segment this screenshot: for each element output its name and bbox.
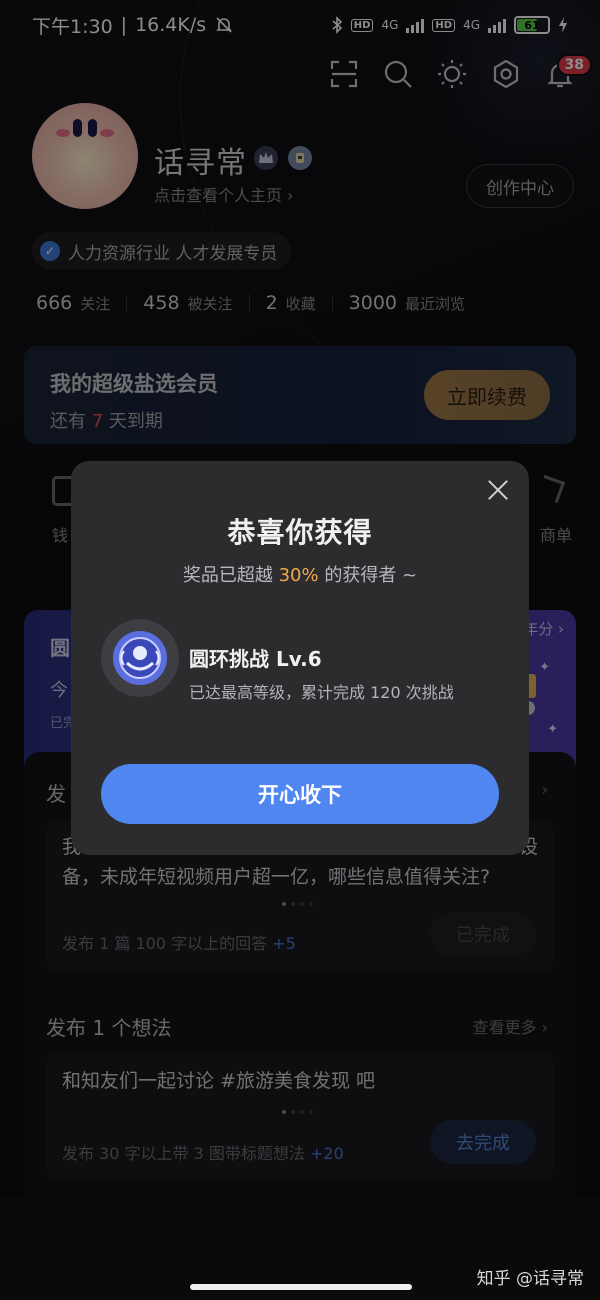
profile-page: 下午1:30 | 16.4K/s HD 4G HD 4G 61 38 话寻常 点… — [0, 0, 600, 1300]
close-icon[interactable] — [487, 479, 509, 501]
prize-name: 圆环挑战 Lv.6 — [189, 647, 322, 671]
modal-subtitle: 奖品已超越 30% 的获得者 ~ — [182, 565, 418, 586]
accept-button[interactable]: 开心收下 — [101, 764, 499, 824]
reward-modal: 恭喜你获得 奖品已超越 30% 的获得者 ~ 圆环挑战 Lv.6 已达最高等级，… — [71, 461, 529, 855]
percent-highlight: 30% — [278, 565, 319, 586]
home-indicator[interactable] — [190, 1284, 412, 1290]
ring-challenge-medal-icon — [101, 619, 179, 697]
modal-title: 恭喜你获得 — [227, 516, 373, 549]
watermark: 知乎 @话寻常 — [476, 1269, 584, 1289]
prize-description: 已达最高等级，累计完成 120 次挑战 — [189, 683, 454, 702]
